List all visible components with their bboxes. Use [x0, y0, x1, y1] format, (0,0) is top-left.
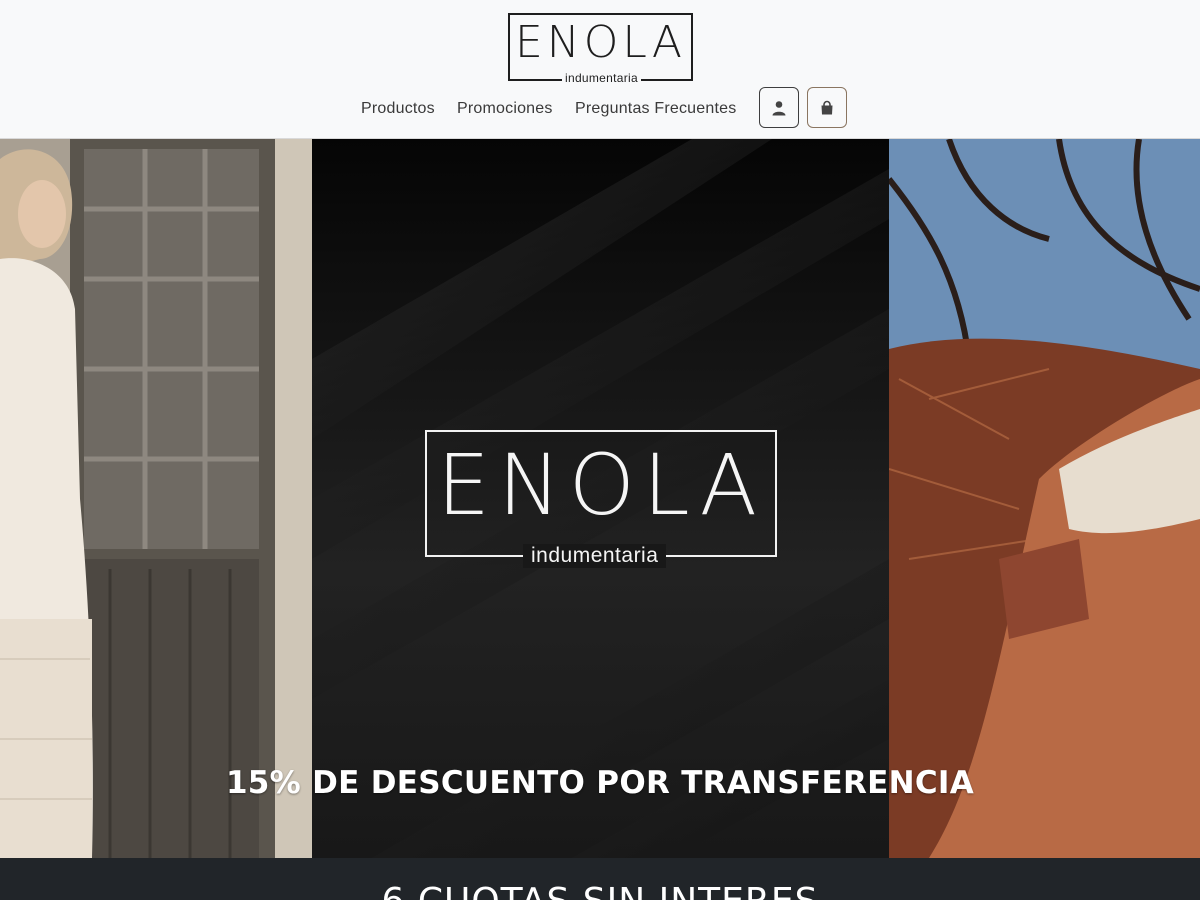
- promo-transfer-discount: 15% DE DESCUENTO POR TRANSFERENCIA: [225, 765, 975, 801]
- user-icon: [772, 100, 786, 115]
- installments-banner: 6 CUOTAS SIN INTERES: [0, 858, 1200, 900]
- hero-photo-woman-white-dress: [0, 139, 312, 858]
- hero-logo-name: ENOLA: [436, 436, 766, 534]
- site-header: ENOLA indumentaria Productos Promociones…: [0, 0, 1200, 139]
- cart-button[interactable]: [807, 87, 847, 128]
- hero-logo: ENOLA indumentaria: [425, 430, 777, 568]
- account-button[interactable]: [759, 87, 799, 128]
- nav-link-productos[interactable]: Productos: [361, 98, 435, 120]
- hero-logo-tagline: indumentaria: [523, 544, 667, 568]
- shopping-bag-icon: [821, 100, 833, 114]
- brand-name: ENOLA: [515, 17, 686, 68]
- hero-center-panel: ENOLA indumentaria: [312, 139, 889, 858]
- installments-text: 6 CUOTAS SIN INTERES: [0, 882, 1200, 900]
- nav-link-preguntas-frecuentes[interactable]: Preguntas Frecuentes: [575, 98, 736, 120]
- brand-logo[interactable]: ENOLA indumentaria: [508, 13, 693, 85]
- hero-banner: ENOLA indumentaria 15% DE DESCUENTO POR …: [0, 139, 1200, 858]
- brand-tagline: indumentaria: [562, 71, 641, 85]
- nav-link-promociones[interactable]: Promociones: [457, 98, 553, 120]
- hero-photo-woman-rust-skirt: [889, 139, 1200, 858]
